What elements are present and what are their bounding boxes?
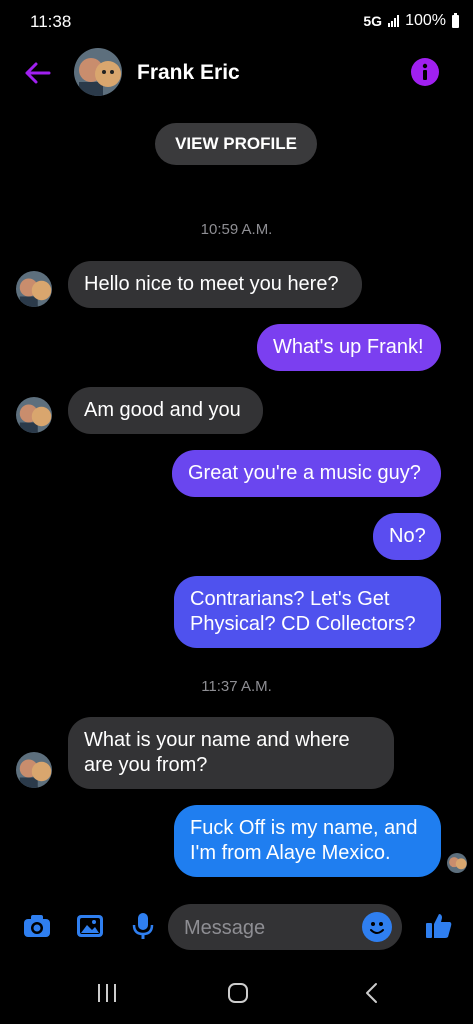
timestamp: 10:59 A.M. (200, 221, 273, 238)
message-input[interactable]: Message (168, 904, 402, 950)
camera-icon[interactable] (22, 911, 52, 941)
sender-avatar (16, 752, 52, 788)
recent-apps-icon[interactable] (94, 980, 120, 1006)
gallery-icon[interactable] (75, 911, 105, 941)
battery-icon (452, 12, 459, 28)
thumbs-up-icon[interactable] (424, 911, 454, 941)
message-placeholder: Message (184, 917, 266, 939)
message-outgoing[interactable]: Great you're a music guy? (172, 450, 441, 497)
back-icon[interactable] (360, 980, 386, 1006)
info-icon[interactable] (411, 58, 439, 86)
back-arrow-icon[interactable] (22, 58, 52, 88)
message-outgoing[interactable]: No? (373, 513, 441, 560)
emoji-icon[interactable] (362, 912, 392, 942)
message-outgoing[interactable]: What's up Frank! (257, 324, 441, 371)
timestamp: 11:37 A.M. (201, 678, 272, 695)
message-outgoing[interactable]: Contrarians? Let's Get Physical? CD Coll… (174, 576, 441, 648)
status-time: 11:38 (30, 12, 72, 31)
sender-avatar (16, 397, 52, 433)
message-composer: Message (0, 898, 473, 958)
message-outgoing[interactable]: Fuck Off is my name, and I'm from Alaye … (174, 805, 441, 877)
status-indicators: 5G 100% (363, 12, 459, 30)
message-incoming[interactable]: Am good and you (68, 387, 263, 434)
view-profile-button[interactable]: VIEW PROFILE (155, 123, 317, 165)
read-receipt-avatar (447, 853, 467, 873)
message-incoming[interactable]: What is your name and where are you from… (68, 717, 394, 789)
battery-percent: 100% (405, 12, 446, 29)
home-icon[interactable] (226, 980, 252, 1006)
signal-icon (388, 15, 400, 27)
microphone-icon[interactable] (128, 911, 158, 941)
contact-name[interactable]: Frank Eric (137, 61, 240, 85)
message-incoming[interactable]: Hello nice to meet you here? (68, 261, 362, 308)
network-label: 5G (363, 13, 383, 29)
contact-avatar[interactable] (74, 48, 122, 96)
sender-avatar (16, 271, 52, 307)
